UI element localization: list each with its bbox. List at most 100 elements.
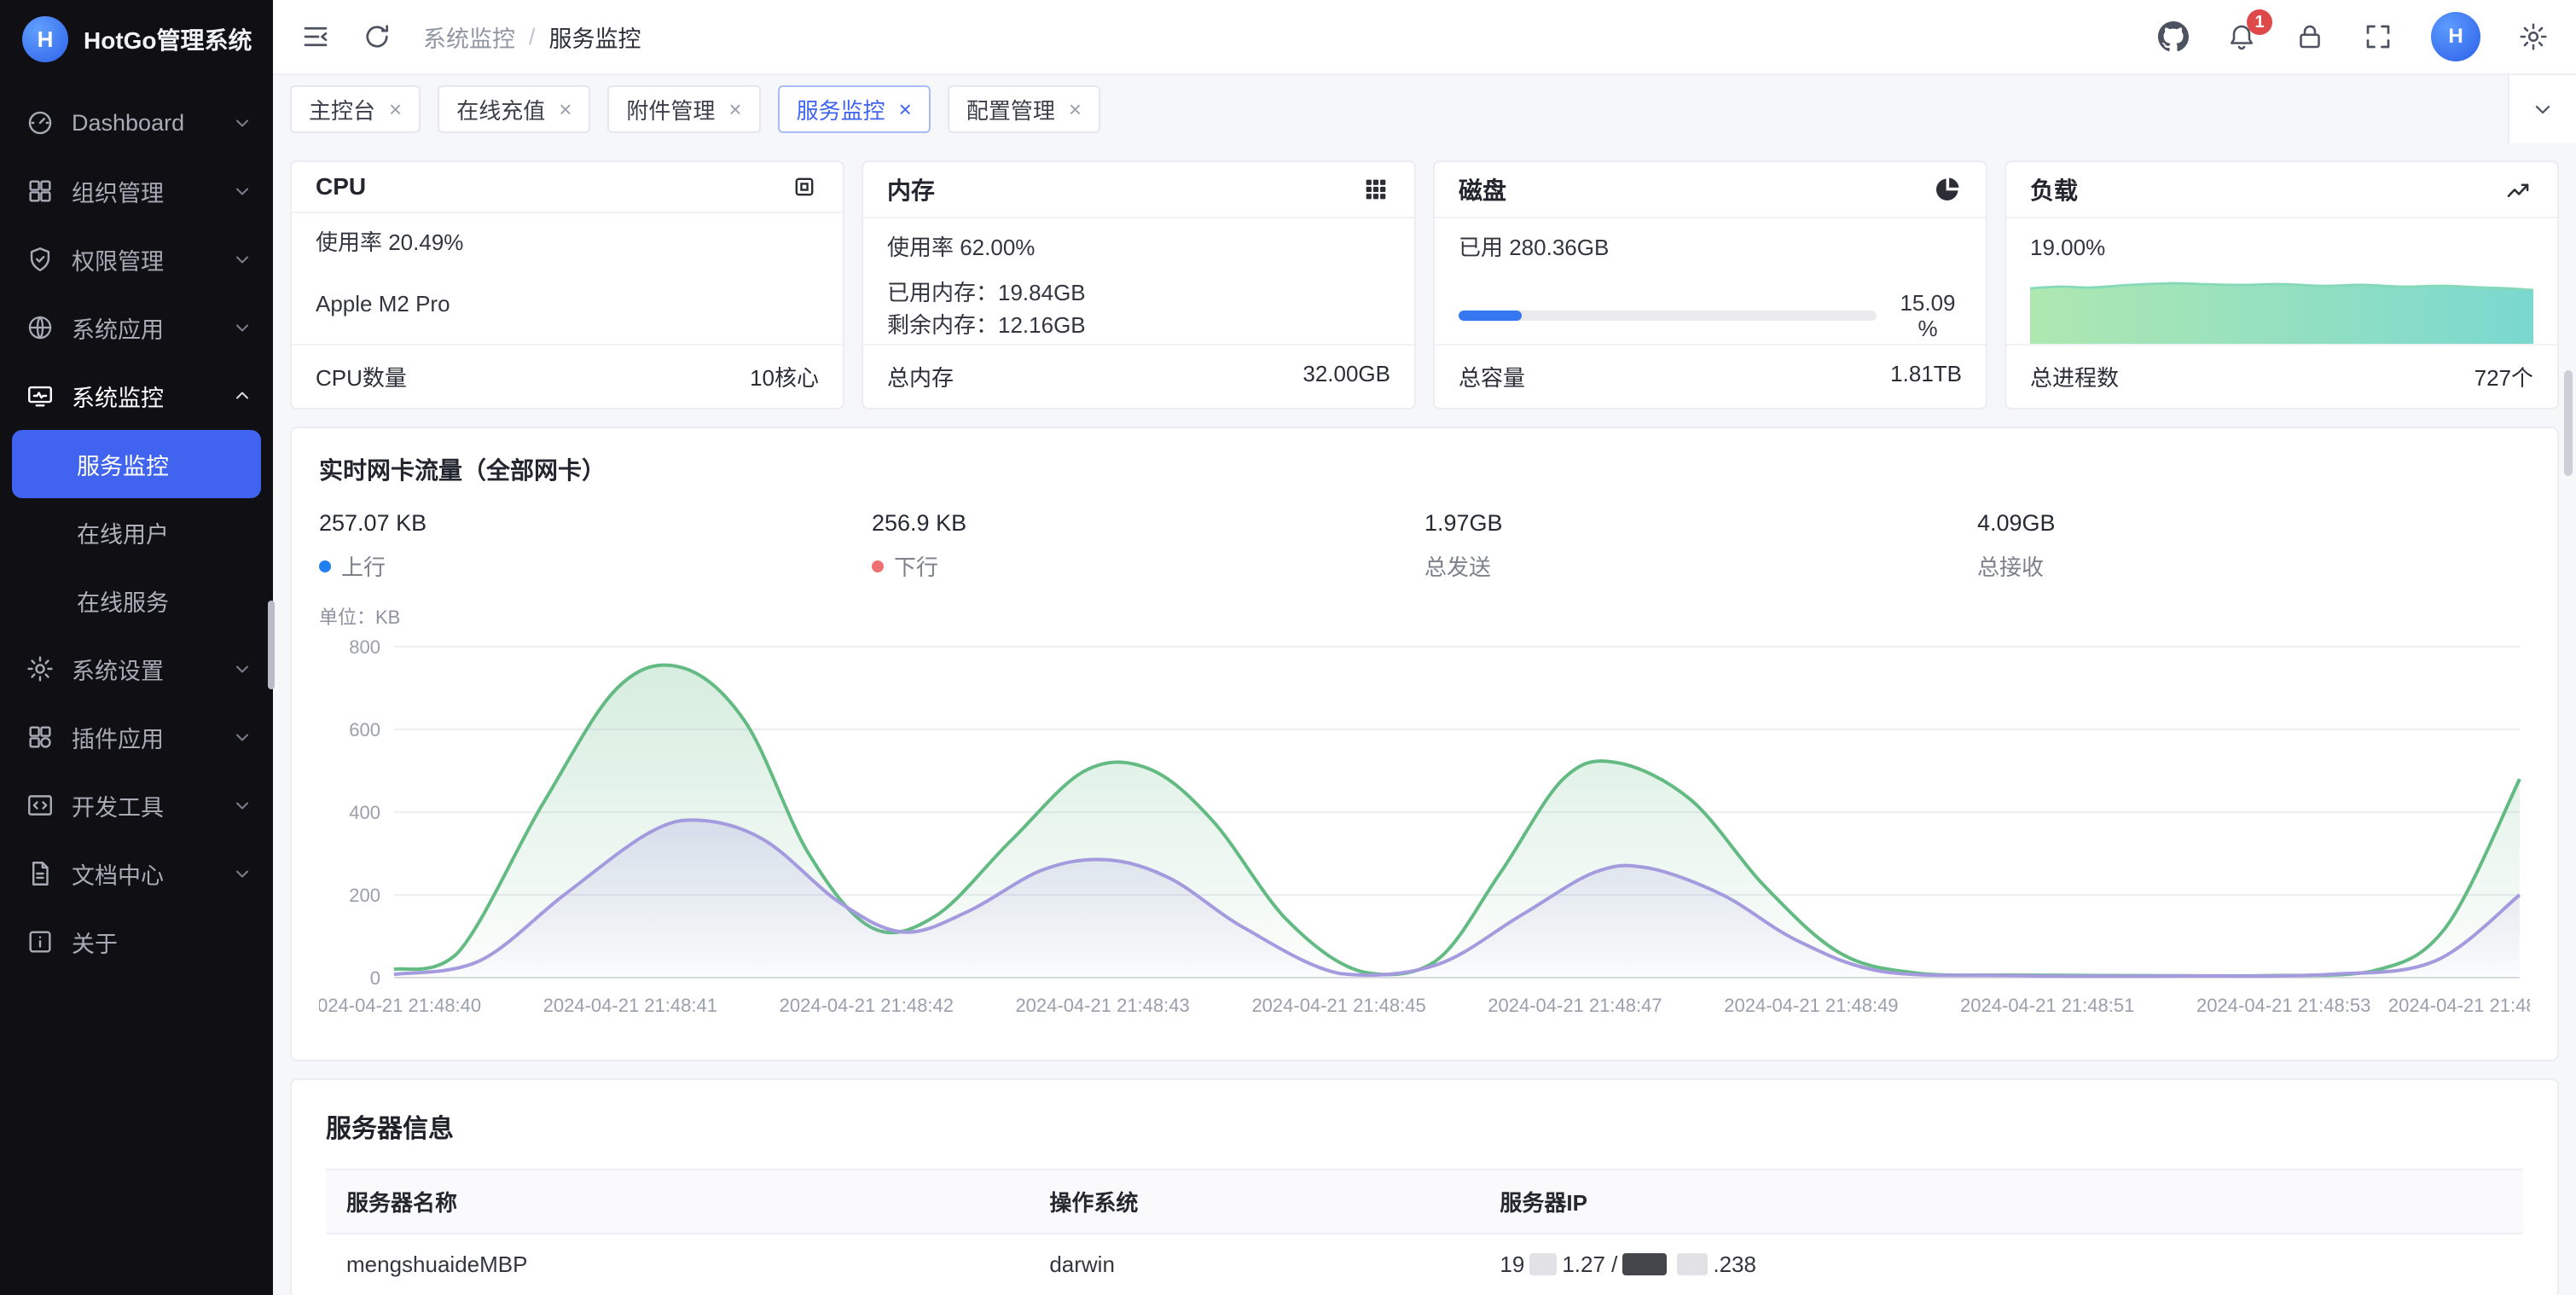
traffic-title: 实时网卡流量（全部网卡） bbox=[319, 452, 2530, 486]
disk-progress bbox=[1459, 311, 1877, 321]
svg-text:2024-04-21 21:48:51: 2024-04-21 21:48:51 bbox=[1960, 995, 2134, 1016]
tab-label: 在线充值 bbox=[456, 94, 545, 125]
svg-text:2024-04-21 21:48:45: 2024-04-21 21:48:45 bbox=[1251, 995, 1425, 1016]
sidebar-item-label: 系统应用 bbox=[72, 311, 215, 345]
traffic-stat-2: 1.97GB总发送 bbox=[1424, 510, 1977, 582]
disk-pie-icon bbox=[1933, 175, 1962, 204]
ip-text: 1.27 / bbox=[1562, 1251, 1617, 1277]
sidebar-item-permission[interactable]: 权限管理 bbox=[0, 225, 273, 293]
tab-config[interactable]: 配置管理× bbox=[948, 85, 1100, 133]
chevron-up-icon bbox=[232, 386, 252, 406]
sidebar-item-label: 文档中心 bbox=[72, 857, 215, 891]
memory-used: 已用内存：19.84GB bbox=[887, 276, 1390, 309]
sidebar-item-docs[interactable]: 文档中心 bbox=[0, 839, 273, 908]
sidebar-item-org[interactable]: 组织管理 bbox=[0, 157, 273, 225]
load-sparkline bbox=[2030, 271, 2533, 344]
logo[interactable]: H HotGo管理系统 bbox=[0, 0, 273, 78]
svg-text:2024-04-21 21:48:47: 2024-04-21 21:48:47 bbox=[1488, 995, 1662, 1016]
sidebar-subitem-label: 服务监控 bbox=[77, 448, 169, 481]
sidebar-item-system-app[interactable]: 系统应用 bbox=[0, 293, 273, 362]
sidebar-subitem-service-monitor[interactable]: 服务监控 bbox=[12, 430, 261, 498]
close-icon[interactable]: × bbox=[899, 98, 912, 120]
sidebar-item-devtools[interactable]: 开发工具 bbox=[0, 771, 273, 839]
tab-service-monitor[interactable]: 服务监控× bbox=[778, 85, 931, 133]
menu-collapse-icon[interactable] bbox=[300, 21, 331, 52]
cpu-usage: 使用率 20.49% bbox=[316, 227, 819, 258]
sidebar-item-label: 开发工具 bbox=[72, 789, 215, 822]
settings-gear-icon[interactable] bbox=[2518, 21, 2549, 52]
breadcrumb: 系统监控 / 服务监控 bbox=[423, 20, 641, 54]
sidebar-scrollbar-thumb[interactable] bbox=[268, 601, 275, 689]
sidebar-subitem-online-users[interactable]: 在线用户 bbox=[0, 498, 273, 566]
sidebar-item-about[interactable]: 关于 bbox=[0, 908, 273, 976]
chevron-down-icon bbox=[232, 727, 252, 747]
lock-icon[interactable] bbox=[2295, 21, 2325, 52]
close-icon[interactable]: × bbox=[728, 98, 741, 120]
sidebar-menu: Dashboard 组织管理权限管理系统应用系统监控服务监控在线用户在线服务系统设… bbox=[0, 78, 273, 1295]
sidebar: H HotGo管理系统 Dashboard 组织管理权限管理系统应用系统监控服务监… bbox=[0, 0, 273, 1295]
chevron-down-icon bbox=[232, 113, 252, 133]
server-os-cell: darwin bbox=[1029, 1234, 1479, 1295]
col-server-name: 服务器名称 bbox=[326, 1170, 1029, 1234]
about-icon bbox=[26, 927, 55, 956]
sidebar-item-dashboard[interactable]: Dashboard bbox=[0, 89, 273, 157]
tab-console[interactable]: 主控台 × bbox=[290, 85, 421, 133]
breadcrumb-parent[interactable]: 系统监控 bbox=[423, 20, 515, 54]
sidebar-item-label: 系统设置 bbox=[72, 653, 215, 686]
code-icon bbox=[26, 791, 55, 820]
memory-footer-label: 总内存 bbox=[887, 361, 954, 392]
main-area: 系统监控 / 服务监控 1 H bbox=[273, 0, 2576, 1295]
ip-text: 19 bbox=[1500, 1251, 1524, 1277]
notifications-button[interactable]: 1 bbox=[2226, 21, 2257, 52]
content: CPU 使用率 20.49% Apple M2 Pro CPU数量 10核心 内… bbox=[273, 143, 2576, 1295]
logo-icon: H bbox=[22, 16, 68, 62]
sidebar-item-plugins[interactable]: 插件应用 bbox=[0, 703, 273, 771]
sidebar-subitem-label: 在线用户 bbox=[77, 516, 169, 549]
load-footer-label: 总进程数 bbox=[2030, 361, 2119, 392]
avatar[interactable]: H bbox=[2431, 12, 2480, 61]
fullscreen-icon[interactable] bbox=[2363, 21, 2393, 52]
cpu-card: CPU 使用率 20.49% Apple M2 Pro CPU数量 10核心 bbox=[290, 160, 844, 409]
sidebar-item-settings[interactable]: 系统设置 bbox=[0, 635, 273, 703]
server-info-title: 服务器信息 bbox=[326, 1107, 2523, 1145]
memory-free: 剩余内存：12.16GB bbox=[887, 309, 1390, 341]
tab-label: 主控台 bbox=[309, 94, 375, 125]
memory-footer-value: 32.00GB bbox=[1303, 361, 1390, 392]
close-icon[interactable]: × bbox=[559, 98, 571, 120]
chart-unit-label: 单位：KB bbox=[319, 602, 2530, 630]
scrollbar-thumb[interactable] bbox=[2564, 370, 2573, 476]
sidebar-item-label: 系统监控 bbox=[72, 380, 215, 413]
svg-text:2024-04-21 21:48:41: 2024-04-21 21:48:41 bbox=[543, 995, 717, 1016]
load-card: 负载 19.00% 总进程数 727个 bbox=[2005, 160, 2559, 409]
memory-usage: 使用率 62.00% bbox=[887, 232, 1390, 263]
shield-icon bbox=[26, 245, 55, 274]
tab-online-recharge[interactable]: 在线充值 × bbox=[438, 85, 590, 133]
cpu-footer-label: CPU数量 bbox=[316, 361, 407, 392]
breadcrumb-current[interactable]: 服务监控 bbox=[549, 20, 641, 54]
traffic-stat-label: 上行 bbox=[319, 550, 872, 582]
close-icon[interactable]: × bbox=[1069, 98, 1082, 120]
server-name-cell: mengshuaideMBP bbox=[326, 1234, 1029, 1295]
app-root: H HotGo管理系统 Dashboard组织管理权限管理系统应用系统监控服务监… bbox=[0, 0, 2576, 1295]
close-icon[interactable]: × bbox=[389, 98, 402, 120]
sidebar-item-monitor[interactable]: 系统监控 bbox=[0, 362, 273, 430]
sidebar-subitem-online-services[interactable]: 在线服务 bbox=[0, 566, 273, 635]
svg-text:2024-04-21 21:48:40: 2024-04-21 21:48:40 bbox=[319, 995, 481, 1016]
traffic-stat-label: 总接收 bbox=[1977, 550, 2530, 582]
topbar: 系统监控 / 服务监控 1 H bbox=[273, 0, 2576, 75]
document-icon bbox=[26, 859, 55, 888]
sidebar-item-label: 组织管理 bbox=[72, 175, 215, 208]
redacted-block bbox=[1677, 1253, 1708, 1275]
refresh-icon[interactable] bbox=[362, 21, 392, 52]
chevron-down-icon bbox=[232, 317, 252, 338]
cpu-card-title: CPU bbox=[316, 173, 366, 200]
sidebar-item-label: Dashboard bbox=[72, 110, 215, 136]
tab-attachments[interactable]: 附件管理× bbox=[607, 85, 760, 133]
github-icon[interactable] bbox=[2158, 21, 2189, 52]
topbar-left: 系统监控 / 服务监控 bbox=[300, 20, 641, 54]
org-grid-icon bbox=[26, 177, 55, 206]
traffic-stat-1: 256.9 KB下行 bbox=[872, 510, 1424, 582]
gear-icon bbox=[26, 654, 55, 683]
svg-text:400: 400 bbox=[349, 802, 380, 823]
tabs-dropdown-button[interactable] bbox=[2508, 75, 2576, 143]
